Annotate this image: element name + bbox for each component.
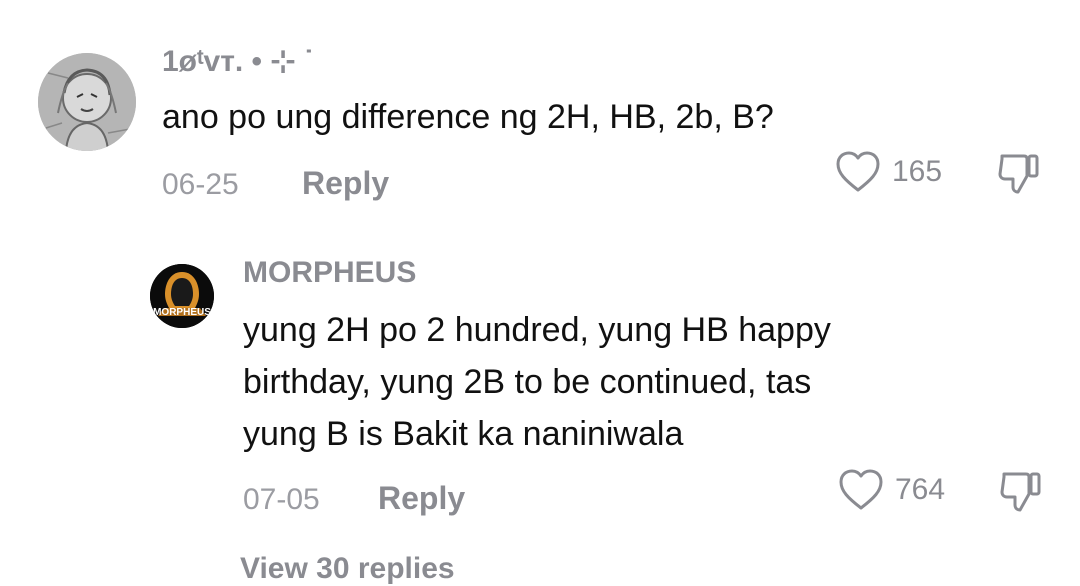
comment-text-line: birthday, yung 2B to be continued, tas — [243, 363, 812, 401]
avatar-label: MORPHEUS — [153, 307, 211, 318]
thumbs-down-outline-icon[interactable] — [996, 150, 1044, 198]
comment-date: 06-25 — [162, 168, 239, 201]
comment-username[interactable]: 1øᵗvᴛ. • ⊹ ˙ — [162, 44, 314, 79]
comment-text-line: yung 2H po 2 hundred, yung HB happy — [243, 311, 831, 349]
view-more-replies-button[interactable]: View 30 replies — [240, 552, 455, 586]
avatar[interactable]: MORPHEUS — [150, 264, 214, 328]
comment-date: 07-05 — [243, 483, 320, 516]
heart-outline-icon[interactable] — [835, 150, 881, 194]
comment-text-line: yung B is Bakit ka naniniwala — [243, 415, 684, 453]
like-count: 165 — [892, 155, 943, 188]
like-count: 764 — [895, 473, 946, 506]
avatar[interactable] — [38, 53, 136, 151]
reply-button[interactable]: Reply — [378, 480, 465, 517]
comment-text: ano po ung difference ng 2H, HB, 2b, B? — [162, 98, 774, 136]
hooded-figure-icon — [150, 264, 214, 328]
comment-username[interactable]: MORPHEUS — [243, 256, 416, 290]
thumbs-down-outline-icon[interactable] — [998, 468, 1046, 516]
sketch-avatar-icon — [38, 53, 136, 151]
reply-button[interactable]: Reply — [302, 165, 389, 202]
heart-outline-icon[interactable] — [838, 468, 884, 512]
